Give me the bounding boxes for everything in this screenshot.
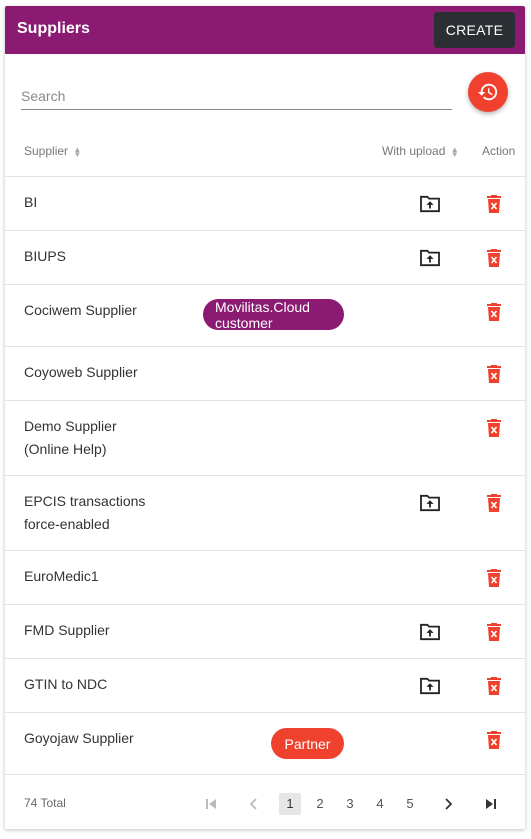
delete-icon[interactable] <box>486 494 502 512</box>
delete-icon[interactable] <box>486 623 502 641</box>
column-header-action: Action <box>482 144 516 158</box>
supplier-name: GTIN to NDC <box>24 676 108 692</box>
supplier-name: Goyojaw Supplier <box>24 730 134 746</box>
last-page-button[interactable] <box>480 793 502 815</box>
page-3-button[interactable]: 3 <box>339 793 361 815</box>
column-header-with-upload-label: With upload <box>382 144 446 158</box>
pagination-footer: 74 Total 1 2 3 4 5 <box>5 774 525 829</box>
table-row[interactable]: Coyoweb Supplier <box>5 346 525 400</box>
suppliers-card: Suppliers CREATE Supplier ▲▼ With upload… <box>5 6 525 829</box>
search-field <box>21 84 452 110</box>
folder-upload-icon[interactable] <box>419 249 441 267</box>
chevron-right-icon <box>445 798 453 810</box>
history-button[interactable] <box>468 72 508 112</box>
column-header-supplier-label: Supplier <box>24 144 69 158</box>
folder-upload-icon[interactable] <box>419 677 441 695</box>
partner-badge: Partner <box>271 728 344 759</box>
sort-icon: ▲ ▼ <box>73 144 82 159</box>
total-count: 74 Total <box>24 796 66 810</box>
supplier-name: Demo Supplier (Online Help) <box>24 418 117 457</box>
table-row[interactable]: BI <box>5 176 525 230</box>
table-row[interactable]: EPCIS transactions force-enabled <box>5 475 525 550</box>
folder-upload-icon[interactable] <box>419 195 441 213</box>
page-5-button[interactable]: 5 <box>399 793 421 815</box>
supplier-name: Cociwem Supplier <box>24 302 137 318</box>
delete-icon[interactable] <box>486 249 502 267</box>
supplier-name: Coyoweb Supplier <box>24 364 138 380</box>
delete-icon[interactable] <box>486 731 502 749</box>
page-4-button[interactable]: 4 <box>369 793 391 815</box>
first-page-button[interactable] <box>200 793 222 815</box>
table-row[interactable]: Goyojaw Supplier <box>5 712 525 774</box>
supplier-name: EPCIS transactions force-enabled <box>24 493 146 532</box>
folder-upload-icon[interactable] <box>419 494 441 512</box>
delete-icon[interactable] <box>486 303 502 321</box>
supplier-name: BI <box>24 194 38 210</box>
table-row[interactable]: EuroMedic1 <box>5 550 525 604</box>
history-icon <box>477 83 498 101</box>
first-page-icon <box>206 799 216 809</box>
table-row[interactable]: BIUPS <box>5 230 525 284</box>
delete-icon[interactable] <box>486 365 502 383</box>
chevron-left-icon <box>249 798 257 810</box>
last-page-icon <box>486 799 496 809</box>
table-row[interactable]: GTIN to NDC <box>5 658 525 712</box>
page-title: Suppliers <box>17 20 90 37</box>
previous-page-button[interactable] <box>243 793 265 815</box>
table-row[interactable]: FMD Supplier <box>5 604 525 658</box>
table-row[interactable]: Demo Supplier (Online Help) <box>5 400 525 475</box>
delete-icon[interactable] <box>486 677 502 695</box>
supplier-name: BIUPS <box>24 248 67 264</box>
column-header-with-upload[interactable]: With upload ▲ ▼ <box>382 144 459 158</box>
column-header-supplier[interactable]: Supplier ▲ ▼ <box>24 144 81 158</box>
next-page-button[interactable] <box>437 793 459 815</box>
supplier-name: FMD Supplier <box>24 622 110 638</box>
search-input[interactable] <box>21 84 452 108</box>
folder-upload-icon[interactable] <box>419 623 441 641</box>
cloud-customer-badge: Movilitas.Cloud customer <box>203 299 344 331</box>
page-2-button[interactable]: 2 <box>309 793 331 815</box>
delete-icon[interactable] <box>486 419 502 437</box>
create-button[interactable]: CREATE <box>434 12 515 48</box>
supplier-name: EuroMedic1 <box>24 568 99 584</box>
header-bar: Suppliers CREATE <box>5 6 525 54</box>
delete-icon[interactable] <box>486 569 502 587</box>
page-1-button[interactable]: 1 <box>279 793 301 815</box>
delete-icon[interactable] <box>486 195 502 213</box>
sort-icon: ▲ ▼ <box>450 144 459 159</box>
